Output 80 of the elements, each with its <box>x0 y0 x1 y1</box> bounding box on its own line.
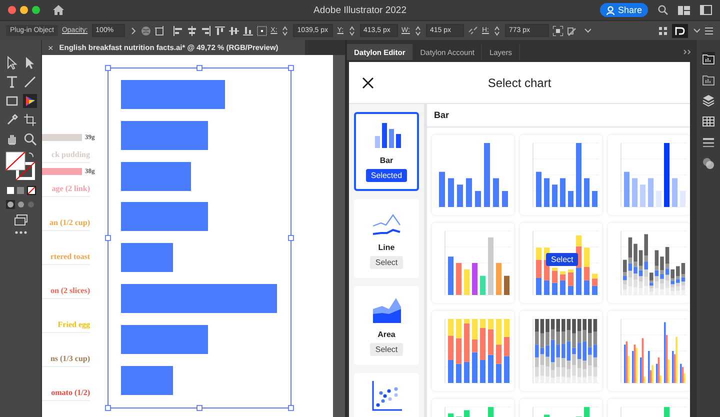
layers-icon[interactable] <box>702 94 715 107</box>
chart-thumbnail[interactable]: Select <box>520 223 602 303</box>
close-tab-button[interactable]: × <box>48 42 54 52</box>
home-icon[interactable] <box>53 5 64 15</box>
selected-button[interactable]: Selected <box>366 169 408 182</box>
spinner-icon[interactable] <box>492 26 501 36</box>
search-icon[interactable] <box>658 5 668 15</box>
chevron-down-icon[interactable] <box>692 26 700 36</box>
screen-mode-icon[interactable] <box>14 214 28 226</box>
reference-point-icon[interactable] <box>256 26 267 36</box>
window-title: Adobe Illustrator 2022 <box>314 5 406 16</box>
category-label: ck pudding <box>52 150 90 158</box>
category-label: an (1/2 cup) <box>50 218 90 226</box>
spinner-icon[interactable] <box>348 26 356 36</box>
category-label: Fried egg <box>58 320 90 328</box>
folder-chart-icon[interactable] <box>702 52 715 65</box>
user-icon <box>606 6 615 14</box>
category-label: on (2 slices) <box>50 286 90 294</box>
chart-bar <box>121 366 173 395</box>
chart-type-card[interactable]: Line Select <box>354 199 419 278</box>
crop-icon[interactable] <box>22 113 36 127</box>
category-label: omato (1/2) <box>51 388 90 396</box>
section-title: Bar <box>427 104 690 128</box>
type-icon[interactable] <box>4 75 18 89</box>
zoom-button[interactable] <box>32 6 40 14</box>
expand-panel-icon[interactable] <box>683 49 691 55</box>
share-button[interactable]: Share <box>600 3 648 17</box>
select-button[interactable]: Select <box>370 256 403 269</box>
align-icon[interactable] <box>228 26 239 36</box>
grid-icon[interactable] <box>658 26 668 36</box>
category-label: age (2 link) <box>52 184 90 192</box>
scatter-chart-icon <box>372 381 402 411</box>
area-chart-icon <box>372 297 402 323</box>
line-icon[interactable] <box>22 75 36 89</box>
chevron-down-icon[interactable] <box>582 26 591 36</box>
eyedropper-icon[interactable] <box>4 113 18 127</box>
chart-type-label: Line <box>378 243 395 252</box>
stroke-icon[interactable] <box>702 136 715 149</box>
layout-icon[interactable] <box>678 6 690 14</box>
select-button[interactable]: Select <box>370 343 403 356</box>
align-icon[interactable] <box>172 26 183 36</box>
chart-bar <box>121 162 191 191</box>
chart-type-label: Area <box>378 330 396 339</box>
dialog-title: Select chart <box>488 76 552 90</box>
draw-mode-icon[interactable] <box>6 200 36 209</box>
panel-icon[interactable] <box>700 5 712 15</box>
select-button[interactable]: Select <box>546 253 578 266</box>
more-tools-icon[interactable] <box>14 231 26 234</box>
table-icon[interactable] <box>702 115 715 128</box>
chart-type-label: Bar <box>380 156 394 165</box>
link-icon[interactable] <box>468 26 478 36</box>
transparency-icon[interactable] <box>702 157 715 170</box>
folder-chart-icon[interactable] <box>702 73 715 86</box>
selection-arrow-icon[interactable] <box>4 56 18 70</box>
spinner-icon[interactable] <box>281 26 290 36</box>
close-button[interactable] <box>8 6 16 14</box>
fit-icon[interactable] <box>552 26 563 36</box>
plugin-logo-icon[interactable] <box>22 94 36 108</box>
fill-stroke-swatch-icon[interactable] <box>4 151 36 181</box>
rectangle-icon[interactable] <box>4 94 18 108</box>
align-icon[interactable] <box>200 26 211 36</box>
chart-type-card[interactable]: Bar Selected <box>354 112 419 191</box>
line-chart-icon <box>372 214 402 236</box>
align-icon[interactable] <box>186 26 197 36</box>
list-icon[interactable] <box>704 26 714 36</box>
category-label: rtered toast <box>50 252 90 260</box>
close-icon[interactable] <box>362 76 374 88</box>
chart-bar <box>121 243 173 272</box>
chevron-right-icon[interactable] <box>128 26 137 36</box>
spinner-icon[interactable] <box>414 26 422 36</box>
align-icon[interactable] <box>242 26 253 36</box>
zoom-icon[interactable] <box>22 132 36 146</box>
align-icon[interactable] <box>214 26 225 36</box>
color-mode-icon[interactable] <box>6 186 36 195</box>
minimize-button[interactable] <box>20 6 28 14</box>
recolor-icon[interactable] <box>566 26 579 36</box>
properties-icon[interactable] <box>672 24 688 38</box>
globe-icon[interactable] <box>140 26 151 36</box>
chart-type-card[interactable]: Area Select <box>354 286 419 365</box>
category-label: ns (1/3 cup) <box>50 354 90 362</box>
